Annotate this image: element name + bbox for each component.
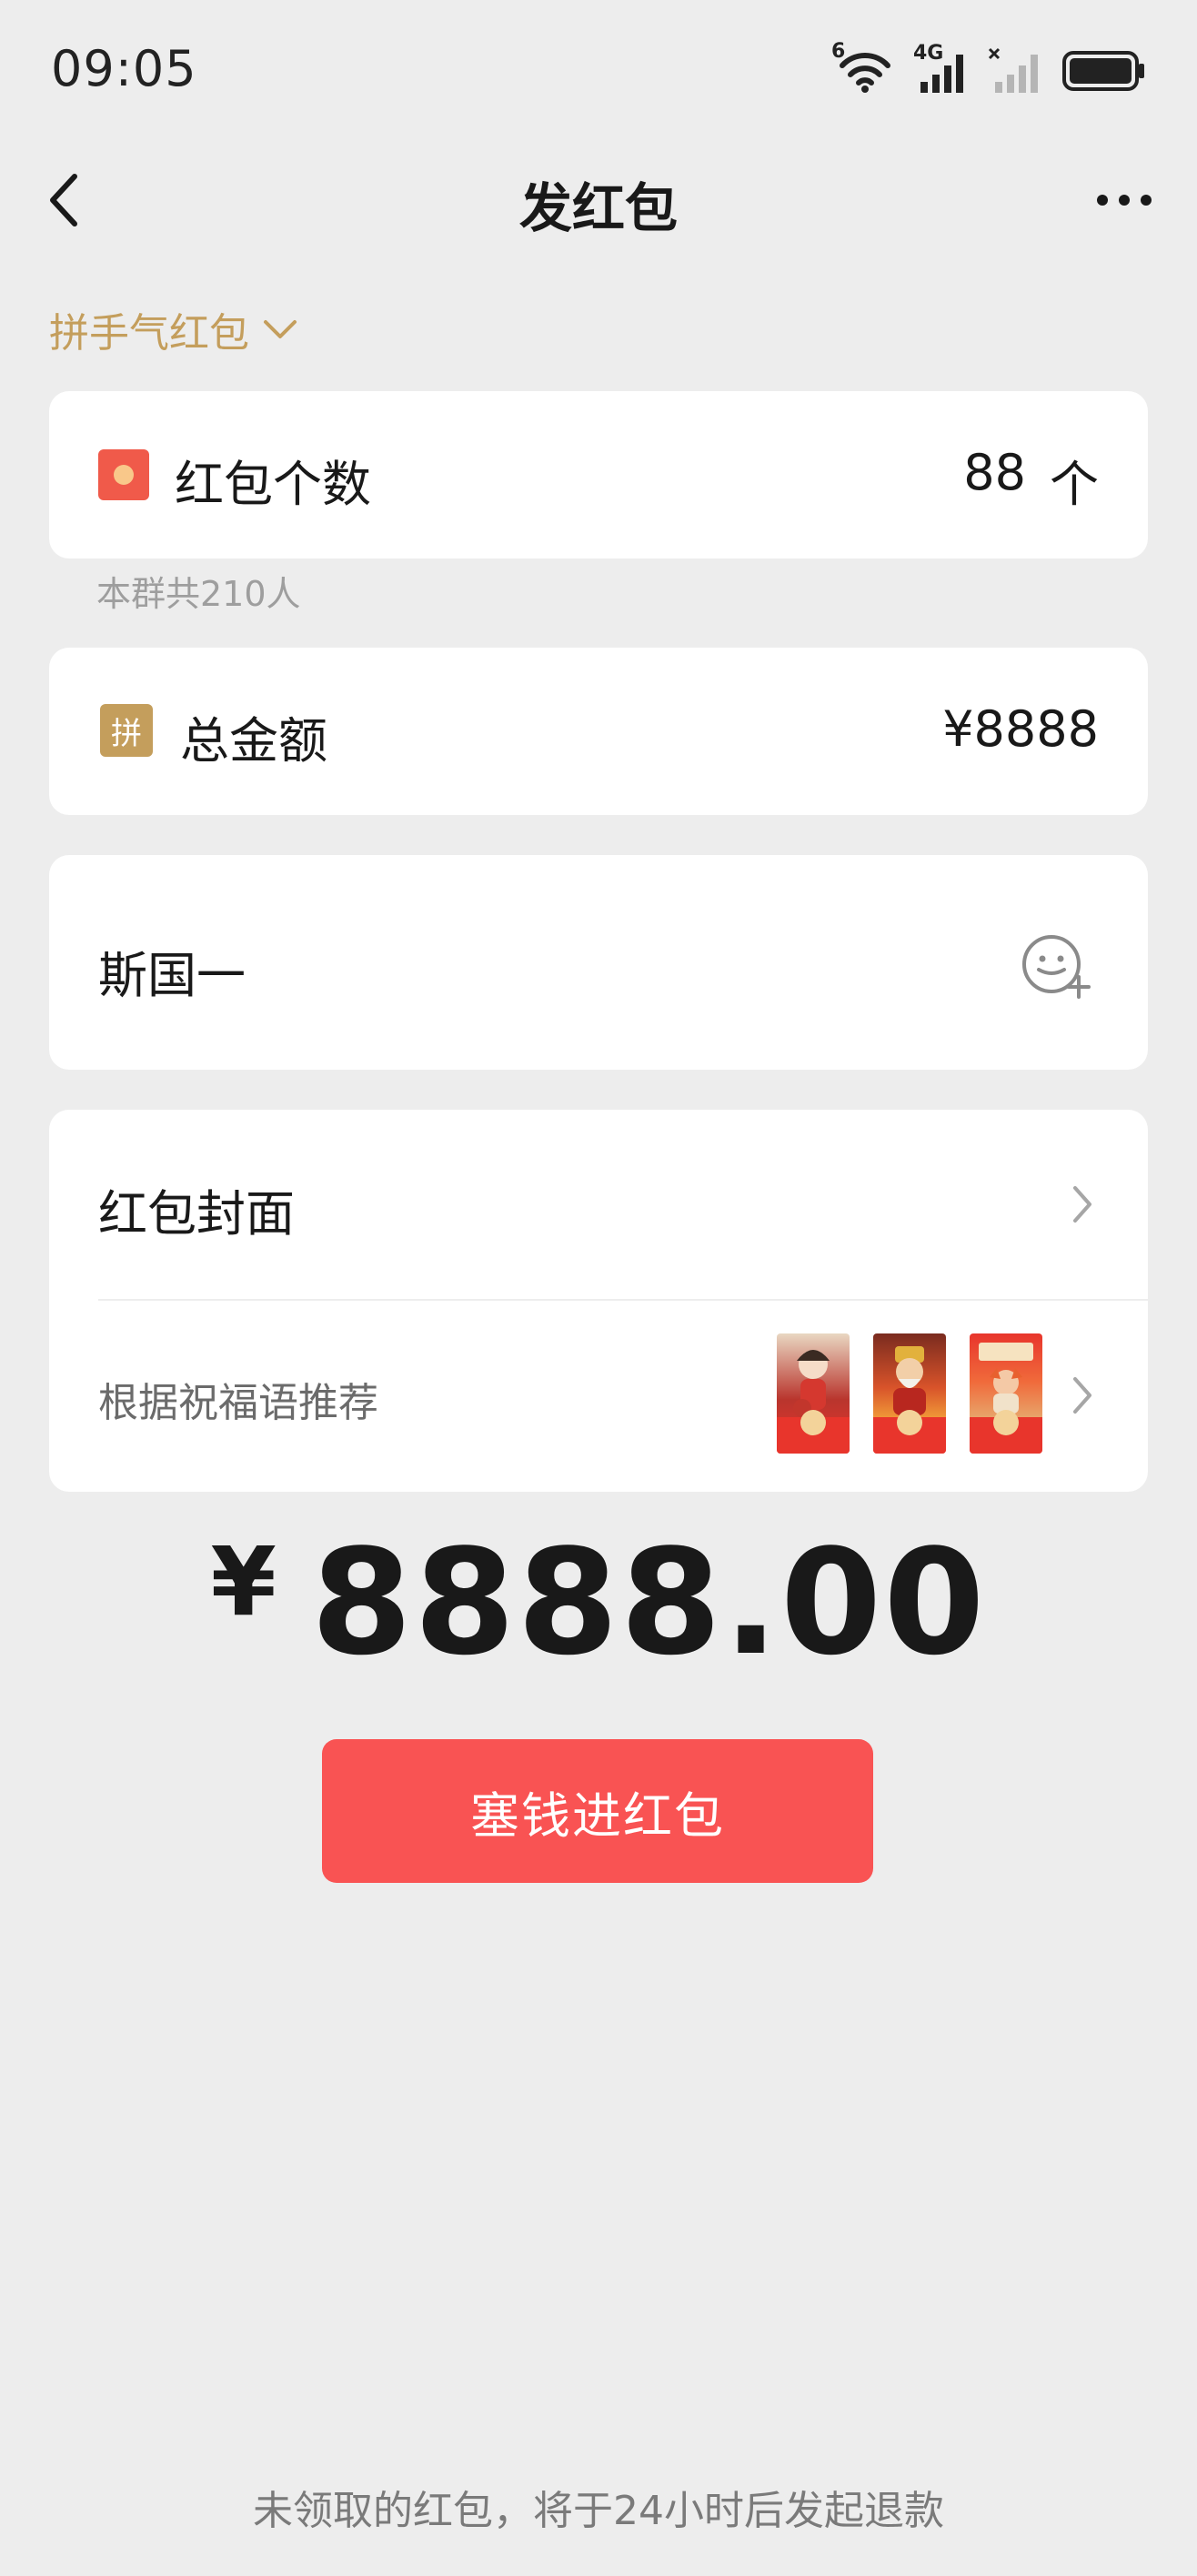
wifi-badge: 6 (831, 40, 846, 63)
greeting-card[interactable]: 斯国一 (49, 855, 1148, 1070)
packet-count-field[interactable]: 88 个 (963, 444, 1099, 516)
chevron-right-icon[interactable] (1071, 1184, 1093, 1224)
packet-count-label: 红包个数 (175, 456, 371, 513)
currency-symbol: ¥ (210, 1526, 278, 1637)
status-bar: 09:05 6 4G (0, 0, 1197, 136)
cover-card: 红包封面 根据祝福语推荐 (49, 1110, 1148, 1492)
packet-type-label: 拼手气红包 (49, 310, 249, 357)
cover-thumb-god-of-wealth[interactable] (873, 1333, 946, 1454)
group-member-hint: 本群共210人 (96, 574, 301, 614)
cover-thumb-girl[interactable] (777, 1333, 850, 1454)
nav-bar: 发红包 (0, 146, 1197, 255)
cover-row[interactable]: 红包封面 (98, 1173, 295, 1245)
more-dots-icon (1097, 195, 1152, 206)
battery-icon (1062, 50, 1146, 92)
refund-note: 未领取的红包，将于24小时后发起退款 (253, 2488, 944, 2534)
packet-count-unit: 个 (1050, 456, 1099, 513)
send-red-packet-page: 09:05 6 4G 发红包 拼手气红包 红包个数 88 个 本群共210人 拼… (0, 0, 1197, 2576)
page-title: 发红包 (518, 177, 678, 239)
cover-thumbnails[interactable] (777, 1333, 1042, 1454)
recommend-label[interactable]: 根据祝福语推荐 (98, 1370, 378, 1428)
more-button[interactable] (1079, 164, 1170, 236)
cover-divider (98, 1299, 1148, 1301)
packet-count-card[interactable]: 红包个数 88 个 (49, 391, 1148, 558)
greeting-input[interactable]: 斯国一 (98, 935, 246, 1007)
total-amount-label: 总金额 (180, 712, 327, 770)
total-amount-field[interactable]: ¥8888 (942, 700, 1099, 758)
submit-button[interactable]: 塞钱进红包 (322, 1739, 873, 1883)
packet-type-selector[interactable]: 拼手气红包 (49, 300, 298, 358)
cover-thumb-festive[interactable] (970, 1333, 1042, 1454)
chevron-down-icon (264, 320, 297, 338)
signal-no-sim-icon (988, 47, 1042, 95)
packet-count-value: 88 (963, 444, 1026, 501)
status-time: 09:05 (51, 40, 197, 97)
red-envelope-icon (98, 449, 149, 500)
signal-4g-icon: 4G (913, 42, 968, 95)
chevron-right-icon[interactable] (1071, 1375, 1093, 1415)
emoji-add-icon[interactable] (1017, 930, 1099, 999)
total-amount-display: ¥8888.00 (0, 1517, 1197, 1687)
status-icons: 6 4G (831, 40, 1146, 98)
wifi-icon: 6 (831, 40, 893, 95)
total-amount-value: 8888.00 (310, 1517, 987, 1687)
total-amount-card[interactable]: 拼 总金额 ¥8888 (49, 648, 1148, 815)
pin-badge-icon: 拼 (100, 704, 153, 757)
